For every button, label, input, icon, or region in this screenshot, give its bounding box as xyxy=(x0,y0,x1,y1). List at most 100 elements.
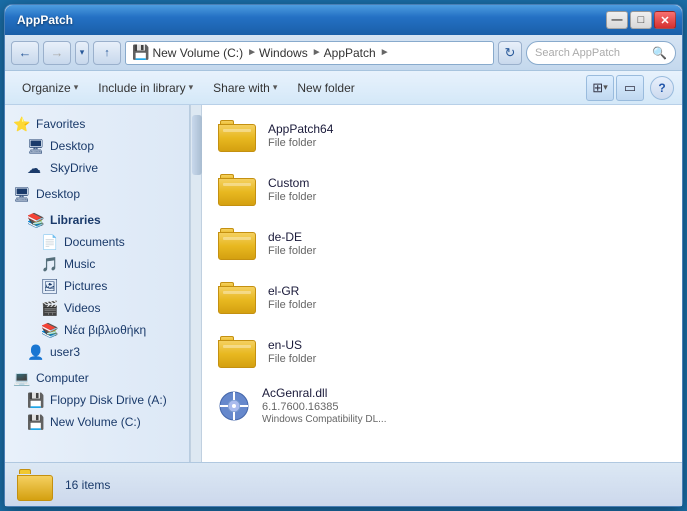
file-type-custom: File folder xyxy=(268,191,316,203)
file-list: AppPatch64 File folder Custom File folde… xyxy=(202,105,682,462)
sidebar-item-skydrive[interactable]: ☁ SkyDrive xyxy=(5,157,189,179)
share-dropdown-arrow: ▾ xyxy=(273,82,278,93)
close-button[interactable]: ✕ xyxy=(654,11,676,29)
file-details-acgenral-dll: AcGenral.dll 6.1.7600.16385 Windows Comp… xyxy=(262,386,386,425)
breadcrumb-sep-1: ► xyxy=(247,47,257,58)
organize-button[interactable]: Organize ▾ xyxy=(13,75,87,101)
search-box[interactable]: Search AppPatch 🔍 xyxy=(526,41,676,65)
explorer-window: AppPatch — □ ✕ ← → ▾ ↑ 💾 New Volume (C:)… xyxy=(4,4,683,507)
breadcrumb-drive-label[interactable]: New Volume (C:) xyxy=(152,46,243,60)
share-with-button[interactable]: Share with ▾ xyxy=(204,75,286,101)
file-name-acgenral-dll: AcGenral.dll xyxy=(262,386,386,400)
file-subtype-acgenral-dll: Windows Compatibility DL... xyxy=(262,414,386,425)
desktop-icon: 🖥 xyxy=(27,138,45,155)
help-button[interactable]: ? xyxy=(650,76,674,100)
preview-pane-button[interactable]: ▭ xyxy=(616,75,644,101)
sidebar-item-desktop2[interactable]: 🖥 Desktop xyxy=(5,183,189,205)
titlebar: AppPatch — □ ✕ xyxy=(5,5,682,35)
forward-button[interactable]: → xyxy=(43,41,71,65)
view-toggle-button[interactable]: ⊞ ▾ xyxy=(586,75,614,101)
favorites-section: ⭐ Favorites 🖥 Desktop ☁ SkyDrive xyxy=(5,113,189,179)
sidebar-item-libraries[interactable]: 📚 Libraries xyxy=(5,209,189,231)
sidebar-item-newvolume[interactable]: 💾 New Volume (C:) xyxy=(5,411,189,433)
sidebar-item-user3[interactable]: 👤 user3 xyxy=(5,341,189,363)
floppy-label: Floppy Disk Drive (A:) xyxy=(50,393,167,407)
libraries-label: Libraries xyxy=(50,213,101,227)
status-count: 16 items xyxy=(65,478,110,492)
sidebar-scrollbar[interactable] xyxy=(190,105,202,462)
breadcrumb-apppatch-label[interactable]: AppPatch xyxy=(324,46,376,60)
desktop-label: Desktop xyxy=(50,139,94,153)
nav-dropdown-button[interactable]: ▾ xyxy=(75,41,89,65)
file-item-acgenral-dll[interactable]: AcGenral.dll 6.1.7600.16385 Windows Comp… xyxy=(202,379,682,433)
file-type-el-gr: File folder xyxy=(268,299,316,311)
newvolume-label: New Volume (C:) xyxy=(50,415,141,429)
back-button[interactable]: ← xyxy=(11,41,39,65)
file-item-el-gr[interactable]: el-GR File folder xyxy=(202,271,682,325)
sidebar-item-documents[interactable]: 📄 Documents xyxy=(5,231,189,253)
file-details-apppatch64: AppPatch64 File folder xyxy=(268,122,333,149)
window-title: AppPatch xyxy=(17,13,73,27)
up-button[interactable]: ↑ xyxy=(93,41,121,65)
main-area: ⭐ Favorites 🖥 Desktop ☁ SkyDrive 🖥 Deskt… xyxy=(5,105,682,462)
folder-icon-en-us xyxy=(218,336,256,368)
sidebar-item-music[interactable]: 🎵 Music xyxy=(5,253,189,275)
status-folder-icon xyxy=(17,469,53,501)
desktop2-label: Desktop xyxy=(36,187,80,201)
file-details-en-us: en-US File folder xyxy=(268,338,316,365)
breadcrumb-part-apppatch: AppPatch ► xyxy=(324,46,392,60)
address-breadcrumb[interactable]: 💾 New Volume (C:) ► Windows ► AppPatch ► xyxy=(125,41,494,65)
computer-label: Computer xyxy=(36,371,89,385)
dll-icon-acgenral xyxy=(218,390,250,422)
sidebar-scrollbar-thumb xyxy=(192,115,202,175)
preview-icon: ▭ xyxy=(624,80,636,96)
sidebar-item-favorites[interactable]: ⭐ Favorites xyxy=(5,113,189,135)
help-label: ? xyxy=(658,81,665,95)
new-folder-button[interactable]: New folder xyxy=(288,75,363,101)
include-in-library-button[interactable]: Include in library ▾ xyxy=(89,75,202,101)
user3-icon: 👤 xyxy=(27,344,45,361)
view-dropdown-arrow: ▾ xyxy=(603,82,608,93)
file-item-de-de[interactable]: de-DE File folder xyxy=(202,217,682,271)
view-icon: ⊞ xyxy=(592,80,603,96)
window-controls: — □ ✕ xyxy=(606,11,676,29)
sidebar-item-videos[interactable]: 🎬 Videos xyxy=(5,297,189,319)
file-item-custom[interactable]: Custom File folder xyxy=(202,163,682,217)
desktop2-icon: 🖥 xyxy=(13,186,31,203)
documents-label: Documents xyxy=(64,235,125,249)
sidebar-item-floppy[interactable]: 💾 Floppy Disk Drive (A:) xyxy=(5,389,189,411)
desktop-section: 🖥 Desktop 📚 Libraries 📄 Documents 🎵 Musi… xyxy=(5,183,189,363)
file-name-de-de: de-DE xyxy=(268,230,316,244)
file-name-el-gr: el-GR xyxy=(268,284,316,298)
organize-dropdown-arrow: ▾ xyxy=(74,82,79,93)
new-library-icon: 📚 xyxy=(41,322,59,339)
skydrive-icon: ☁ xyxy=(27,160,45,177)
file-type-acgenral-dll: 6.1.7600.16385 xyxy=(262,401,386,413)
user3-label: user3 xyxy=(50,345,80,359)
file-item-apppatch64[interactable]: AppPatch64 File folder xyxy=(202,109,682,163)
folder-icon-custom xyxy=(218,174,256,206)
breadcrumb-windows-label[interactable]: Windows xyxy=(259,46,308,60)
include-in-library-label: Include in library xyxy=(98,81,185,95)
videos-label: Videos xyxy=(64,301,100,315)
documents-icon: 📄 xyxy=(41,234,59,251)
sidebar-item-computer[interactable]: 💻 Computer xyxy=(5,367,189,389)
new-library-label: Νέα βιβλιοθήκη xyxy=(64,323,146,337)
file-name-apppatch64: AppPatch64 xyxy=(268,122,333,136)
maximize-button[interactable]: □ xyxy=(630,11,652,29)
pictures-icon: 🖼 xyxy=(41,278,59,295)
computer-icon: 💻 xyxy=(13,370,31,387)
favorites-label: Favorites xyxy=(36,117,85,131)
file-name-custom: Custom xyxy=(268,176,316,190)
sidebar-item-pictures[interactable]: 🖼 Pictures xyxy=(5,275,189,297)
music-icon: 🎵 xyxy=(41,256,59,273)
minimize-button[interactable]: — xyxy=(606,11,628,29)
file-type-en-us: File folder xyxy=(268,353,316,365)
toolbar: Organize ▾ Include in library ▾ Share wi… xyxy=(5,71,682,105)
sidebar-item-new-library[interactable]: 📚 Νέα βιβλιοθήκη xyxy=(5,319,189,341)
file-item-en-us[interactable]: en-US File folder xyxy=(202,325,682,379)
sidebar-item-desktop[interactable]: 🖥 Desktop xyxy=(5,135,189,157)
search-icon: 🔍 xyxy=(652,46,667,60)
refresh-button[interactable]: ↻ xyxy=(498,41,522,65)
libraries-icon: 📚 xyxy=(27,212,45,229)
